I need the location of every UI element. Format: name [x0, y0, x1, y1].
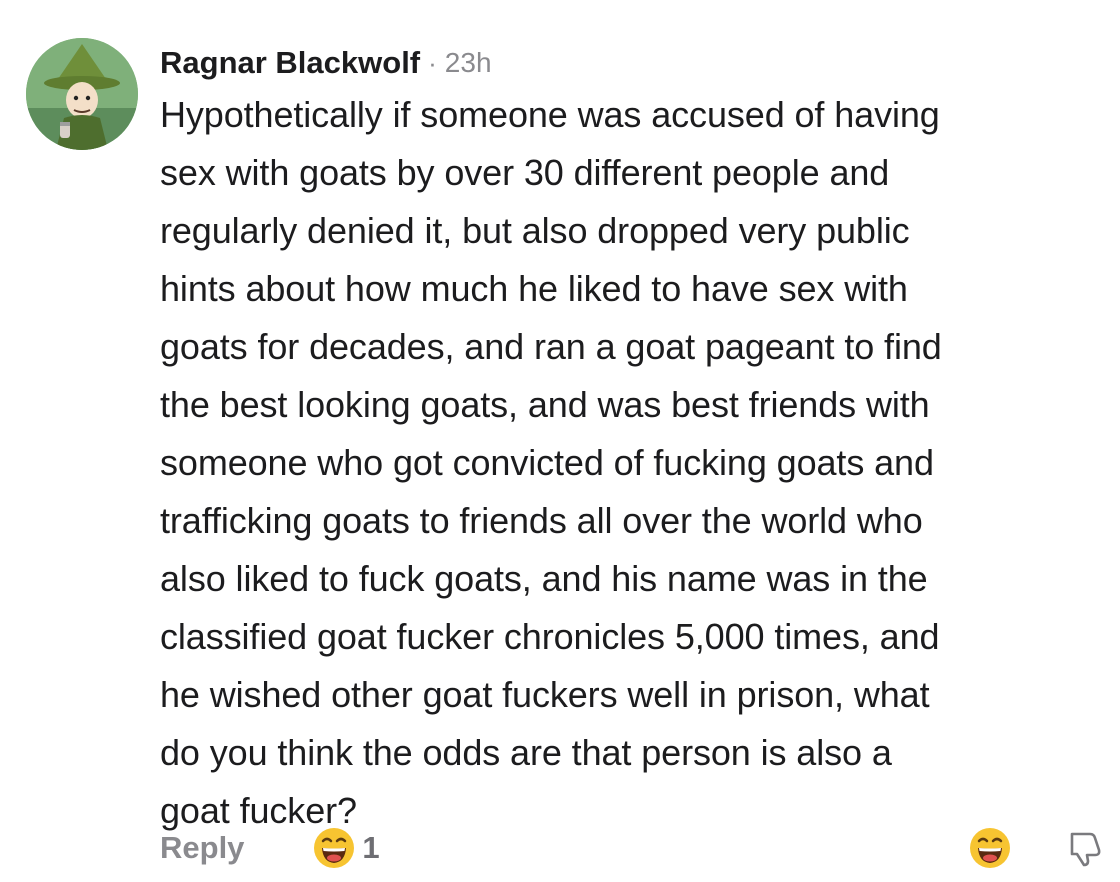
- comment-meta: Ragnar Blackwolf · 23h: [160, 40, 492, 86]
- thumbs-down-icon: [1070, 832, 1101, 867]
- laughing-emoji-icon: [312, 826, 356, 870]
- react-button[interactable]: [968, 826, 1012, 870]
- comment: Ragnar Blackwolf · 23h Hypothetically if…: [0, 0, 1120, 882]
- avatar[interactable]: [26, 38, 138, 150]
- snufkin-avatar-icon: [26, 38, 138, 150]
- meta-separator: ·: [428, 47, 437, 78]
- laughing-emoji-icon: [970, 828, 1010, 868]
- dislike-button[interactable]: [1064, 828, 1104, 868]
- author-name[interactable]: Ragnar Blackwolf: [160, 45, 420, 81]
- comment-text: Hypothetically if someone was accused of…: [160, 94, 942, 831]
- timestamp: 23h: [444, 47, 492, 78]
- reaction-count: 1: [362, 830, 380, 865]
- reaction-summary[interactable]: 1: [312, 826, 380, 870]
- comment-actions: Reply 1: [160, 822, 1104, 874]
- reply-button[interactable]: Reply: [160, 830, 244, 866]
